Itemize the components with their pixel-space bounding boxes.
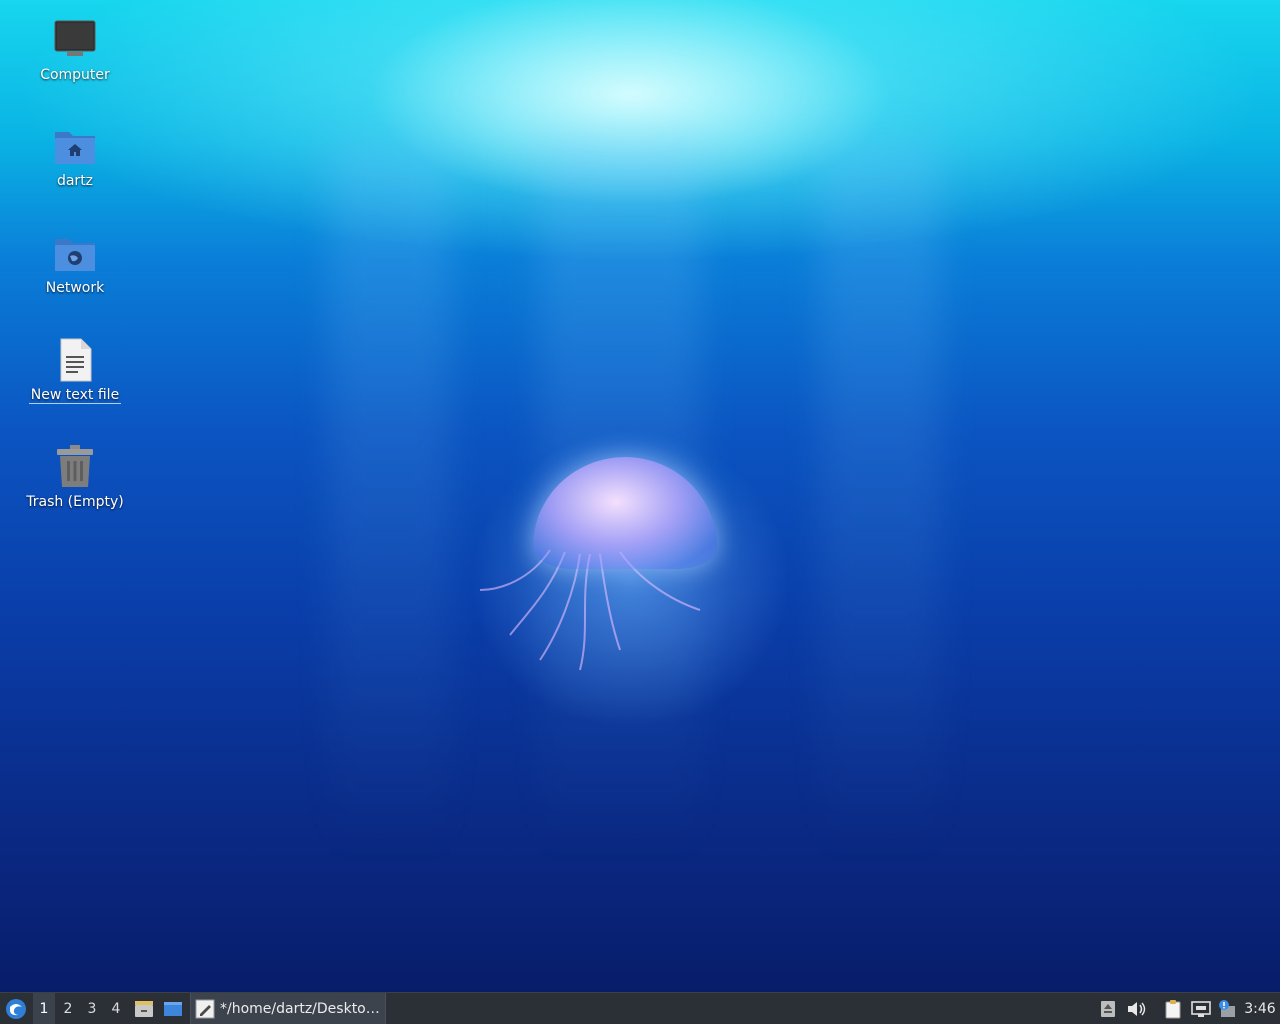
desktop-icon-home-folder[interactable]: dartz	[20, 122, 130, 189]
taskbar-panel: 1 2 3 4 */home/dartz/Deskto… 3:46	[0, 992, 1280, 1024]
workspace-2[interactable]: 2	[57, 993, 79, 1024]
volume-button[interactable]	[1125, 993, 1147, 1024]
eject-button[interactable]	[1098, 993, 1118, 1024]
desktop-icon-label: Network	[45, 280, 105, 296]
workspace-label: 2	[63, 1000, 73, 1017]
file-manager-launcher[interactable]	[132, 993, 156, 1024]
desktop-icon-text-file[interactable]: New text file	[20, 336, 130, 404]
workspace-3[interactable]: 3	[81, 993, 103, 1024]
text-editor-icon	[195, 999, 215, 1018]
application-menu-button[interactable]	[2, 993, 30, 1024]
taskbar-window-title: */home/dartz/Deskto…	[220, 1000, 380, 1017]
desktop-icon-computer[interactable]: Computer	[20, 16, 130, 83]
workspace-label: 1	[39, 1000, 49, 1017]
update-notifier-icon	[1219, 999, 1235, 1017]
clipboard-icon	[1165, 999, 1181, 1018]
computer-icon	[54, 20, 96, 56]
clock[interactable]: 3:46	[1242, 993, 1278, 1024]
clipboard-button[interactable]	[1162, 993, 1184, 1024]
light-ray	[330, 140, 450, 860]
network-wired-icon	[1191, 1000, 1211, 1017]
workspace-4[interactable]: 4	[105, 993, 127, 1024]
clock-time: 3:46	[1244, 1000, 1276, 1017]
network-folder-icon	[55, 239, 95, 271]
desktop-icon-network[interactable]: Network	[20, 229, 130, 296]
desktop-background[interactable]: Computer dartz Network New text file Tra…	[0, 0, 1280, 992]
text-file-icon	[60, 338, 92, 382]
show-desktop-button[interactable]	[160, 993, 186, 1024]
desktop-icon-trash[interactable]: Trash (Empty)	[20, 443, 130, 510]
desktop-icon-label: Computer	[40, 67, 110, 83]
network-status-button[interactable]	[1189, 993, 1213, 1024]
home-folder-icon	[55, 132, 95, 164]
trash-icon	[57, 445, 93, 487]
update-notifier-button[interactable]	[1215, 993, 1239, 1024]
show-desktop-icon	[164, 1001, 182, 1016]
eject-icon	[1101, 1000, 1115, 1017]
workspace-label: 3	[87, 1000, 97, 1017]
file-manager-icon	[135, 1000, 153, 1017]
taskbar-window-button[interactable]: */home/dartz/Deskto…	[190, 993, 386, 1024]
desktop-icon-label: New text file	[28, 387, 122, 404]
menu-logo-icon	[6, 998, 26, 1019]
desktop-icon-label: Trash (Empty)	[26, 494, 124, 510]
workspace-1[interactable]: 1	[33, 993, 55, 1024]
light-ray	[820, 140, 940, 860]
volume-icon	[1128, 1001, 1146, 1016]
workspace-label: 4	[111, 1000, 121, 1017]
desktop-icon-label: dartz	[56, 173, 94, 189]
